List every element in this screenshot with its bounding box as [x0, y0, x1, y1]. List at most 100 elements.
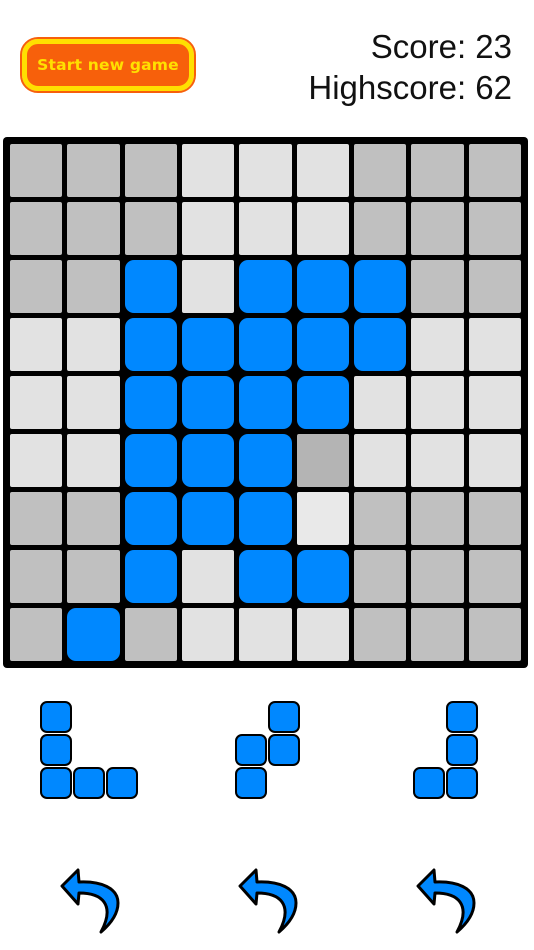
board-cell-r3-c6[interactable] — [353, 318, 407, 371]
board-cell-r4-c8[interactable] — [468, 376, 521, 429]
board-cell-r5-c5[interactable] — [296, 434, 349, 487]
board-cell-r0-c5[interactable] — [296, 144, 349, 197]
board-cell-r0-c3[interactable] — [181, 144, 235, 197]
board-cell-r6-c7[interactable] — [411, 492, 464, 545]
board-cell-r2-c5[interactable] — [296, 260, 349, 313]
board-cell-r8-c7[interactable] — [411, 608, 464, 661]
piece-slot-2[interactable] — [356, 690, 534, 810]
board-cell-r1-c5[interactable] — [296, 202, 349, 255]
board-cell-r8-c3[interactable] — [181, 608, 235, 661]
board-cell-r1-c7[interactable] — [411, 202, 464, 255]
piece-slot-0[interactable] — [0, 690, 178, 810]
game-board[interactable] — [3, 137, 528, 668]
board-cell-r1-c3[interactable] — [181, 202, 235, 255]
board-cell-r1-c4[interactable] — [239, 202, 292, 255]
board-cell-r7-c6[interactable] — [353, 550, 407, 603]
board-cell-r3-c0[interactable] — [10, 318, 63, 371]
board-cell-r7-c0[interactable] — [10, 550, 63, 603]
board-cell-r4-c6[interactable] — [353, 376, 407, 429]
board-cell-r3-c1[interactable] — [67, 318, 120, 371]
board-cell-r3-c4[interactable] — [239, 318, 292, 371]
board-cell-r8-c1[interactable] — [67, 608, 120, 661]
board-cell-r5-c4[interactable] — [239, 434, 292, 487]
board-cell-r7-c4[interactable] — [239, 550, 292, 603]
board-cell-r3-c5[interactable] — [296, 318, 349, 371]
board-cell-r6-c2[interactable] — [124, 492, 177, 545]
undo-button-2[interactable] — [356, 845, 534, 950]
board-cell-r2-c4[interactable] — [239, 260, 292, 313]
board-cell-r4-c3[interactable] — [181, 376, 235, 429]
piece-s-zigzag-cell-r0-c1 — [267, 701, 300, 733]
board-cell-r8-c8[interactable] — [468, 608, 521, 661]
board-cell-r5-c7[interactable] — [411, 434, 464, 487]
board-cell-r2-c1[interactable] — [67, 260, 120, 313]
board-cell-r7-c1[interactable] — [67, 550, 120, 603]
board-cell-r8-c6[interactable] — [353, 608, 407, 661]
board-cell-r4-c1[interactable] — [67, 376, 120, 429]
undo-button-1[interactable] — [178, 845, 356, 950]
undo-arrow-icon[interactable] — [408, 862, 482, 934]
board-cell-r6-c6[interactable] — [353, 492, 407, 545]
board-cell-r6-c0[interactable] — [10, 492, 63, 545]
piece-s-zigzag[interactable] — [234, 701, 300, 799]
piece-j-small-cell-r1-c0 — [413, 734, 445, 766]
board-cell-r0-c6[interactable] — [353, 144, 407, 197]
undo-button-0[interactable] — [0, 845, 178, 950]
board-cell-r3-c7[interactable] — [411, 318, 464, 371]
board-cell-r2-c3[interactable] — [181, 260, 235, 313]
board-cell-r0-c7[interactable] — [411, 144, 464, 197]
board-cell-r4-c0[interactable] — [10, 376, 63, 429]
board-cell-r1-c6[interactable] — [353, 202, 407, 255]
piece-s-zigzag-cell-r2-c1 — [268, 767, 300, 799]
board-cell-r7-c2[interactable] — [124, 550, 177, 603]
board-cell-r7-c8[interactable] — [468, 550, 521, 603]
board-cell-r4-c7[interactable] — [411, 376, 464, 429]
board-cell-r8-c4[interactable] — [239, 608, 292, 661]
board-cell-r1-c2[interactable] — [124, 202, 177, 255]
board-cell-r1-c8[interactable] — [468, 202, 521, 255]
board-cell-r7-c3[interactable] — [181, 550, 235, 603]
board-cell-r0-c8[interactable] — [468, 144, 521, 197]
board-cell-r2-c6[interactable] — [353, 260, 407, 313]
board-cell-r8-c0[interactable] — [10, 608, 63, 661]
board-cell-r3-c2[interactable] — [124, 318, 177, 371]
board-cell-r8-c5[interactable] — [296, 608, 349, 661]
piece-j-small[interactable] — [412, 701, 478, 799]
board-cell-r2-c2[interactable] — [124, 260, 177, 313]
undo-arrow-icon[interactable] — [52, 862, 126, 934]
start-new-game-button[interactable]: Start new game — [20, 37, 196, 93]
board-cell-r6-c8[interactable] — [468, 492, 521, 545]
board-cell-r0-c0[interactable] — [10, 144, 63, 197]
board-cell-r2-c8[interactable] — [468, 260, 521, 313]
undo-arrow-icon[interactable] — [230, 862, 304, 934]
board-cell-r0-c2[interactable] — [124, 144, 177, 197]
board-cell-r1-c0[interactable] — [10, 202, 63, 255]
board-cell-r6-c5[interactable] — [296, 492, 349, 545]
board-cell-r7-c7[interactable] — [411, 550, 464, 603]
board-cell-r0-c1[interactable] — [67, 144, 120, 197]
piece-slot-1[interactable] — [178, 690, 356, 810]
board-cell-r5-c1[interactable] — [67, 434, 120, 487]
board-cell-r6-c1[interactable] — [67, 492, 120, 545]
board-cell-r4-c5[interactable] — [296, 376, 349, 429]
board-cell-r3-c8[interactable] — [468, 318, 521, 371]
board-cell-r3-c3[interactable] — [181, 318, 235, 371]
board-cell-r4-c2[interactable] — [124, 376, 177, 429]
board-cell-r7-c5[interactable] — [296, 550, 349, 603]
piece-s-zigzag-cell-r1-c1 — [267, 734, 300, 766]
board-cell-r0-c4[interactable] — [239, 144, 292, 197]
board-cell-r6-c4[interactable] — [239, 492, 292, 545]
board-cell-r8-c2[interactable] — [124, 608, 177, 661]
board-cell-r5-c0[interactable] — [10, 434, 63, 487]
board-cell-r6-c3[interactable] — [181, 492, 235, 545]
board-cell-r2-c7[interactable] — [411, 260, 464, 313]
board-cell-r5-c2[interactable] — [124, 434, 177, 487]
board-cell-r1-c1[interactable] — [67, 202, 120, 255]
board-cell-r5-c8[interactable] — [468, 434, 521, 487]
board-cell-r2-c0[interactable] — [10, 260, 63, 313]
board-cell-r4-c4[interactable] — [239, 376, 292, 429]
board-cell-r5-c6[interactable] — [353, 434, 407, 487]
piece-j-corner[interactable] — [40, 701, 138, 799]
piece-j-corner-cell-r0-c1 — [73, 701, 105, 733]
board-cell-r5-c3[interactable] — [181, 434, 235, 487]
